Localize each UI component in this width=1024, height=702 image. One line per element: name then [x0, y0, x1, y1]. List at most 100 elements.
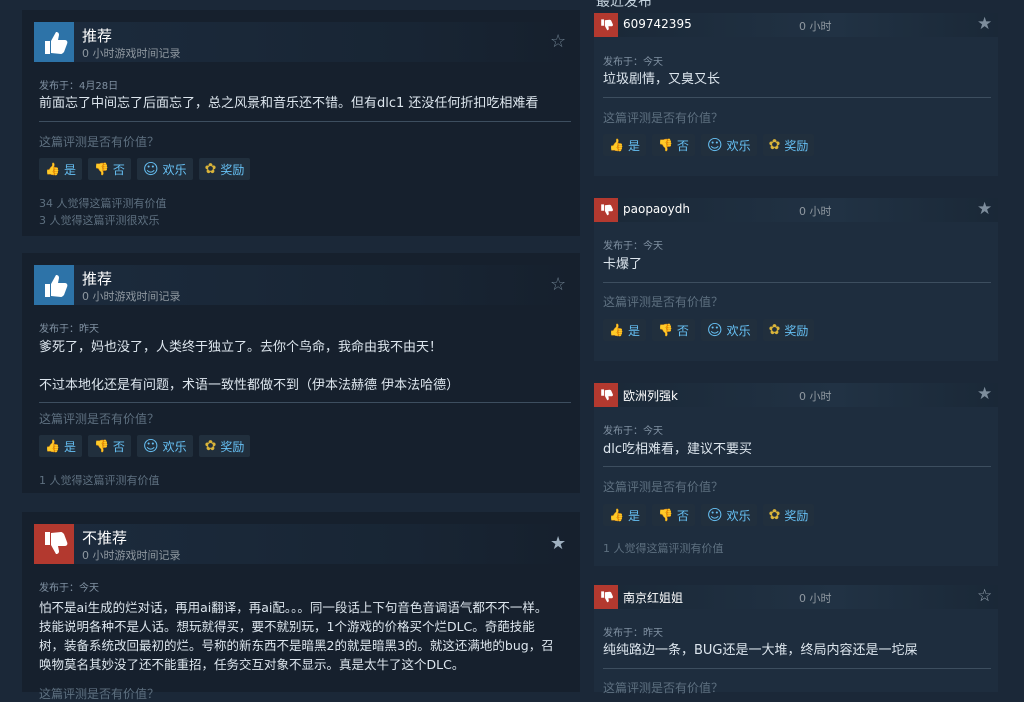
- helpful-question: 这篇评测是否有价值？: [603, 111, 724, 125]
- review-verdict: 推荐: [82, 27, 113, 45]
- award-label: 奖励: [784, 508, 809, 523]
- vote-no-label: 否: [676, 508, 689, 523]
- posted-date: 发布于：今天: [603, 241, 663, 252]
- vote-no-button[interactable]: 👎 否: [651, 504, 695, 526]
- star-icon[interactable]: ☆: [550, 31, 566, 52]
- award-button[interactable]: ✿ 奖励: [762, 319, 815, 341]
- vote-yes-label: 是: [63, 162, 76, 177]
- vote-no-button[interactable]: 👎 否: [87, 435, 131, 457]
- thumbs-down-icon: 👎: [657, 508, 673, 522]
- thumbs-down-icon: [34, 524, 74, 564]
- award-label: 奖励: [784, 323, 809, 338]
- review-line: 不过本地化还是有问题，术语一致性都做不到（伊本法赫德 伊本法哈德）: [39, 378, 460, 393]
- review-card: 不推荐 0 小时游戏时间记录 ★ 发布于：今天 怕不是ai生成的烂对话，再用ai…: [22, 512, 580, 701]
- thumbs-up-icon: [34, 22, 74, 62]
- star-icon[interactable]: ★: [977, 14, 992, 34]
- award-button[interactable]: ✿ 奖励: [198, 435, 251, 457]
- award-label: 奖励: [220, 162, 245, 177]
- helpful-question: 这篇评测是否有价值？: [39, 412, 160, 426]
- vote-yes-label: 是: [63, 439, 76, 454]
- vote-no-label: 否: [112, 439, 125, 454]
- award-button[interactable]: ✿ 奖励: [762, 134, 815, 156]
- recent-review-card: 南京红姐姐 0 小时 ☆ 发布于：昨天 纯纯路边一条，BUG还是一大堆，终局内容…: [594, 585, 998, 695]
- star-icon[interactable]: ☆: [550, 274, 566, 295]
- posted-date: 发布于：今天: [39, 583, 99, 594]
- playtime: 0 小时游戏时间记录: [82, 549, 181, 562]
- review-line: 唤物莫名其妙没了还不能重招，任务交互对象不显示。真是太牛了这个DLC。: [39, 657, 465, 672]
- review-line: 技能说明各种不是人话。想玩就得买，要不就别玩，1个游戏的价格买个烂DLC。奇葩技…: [39, 619, 535, 634]
- reviewer-name[interactable]: 南京红姐姐: [623, 589, 683, 606]
- award-label: 奖励: [220, 439, 245, 454]
- review-header: 推荐 0 小时游戏时间记录 ☆: [34, 265, 570, 305]
- vote-no-button[interactable]: 👎 否: [651, 134, 695, 156]
- divider: [603, 466, 991, 467]
- posted-date: 发布于：今天: [603, 57, 663, 68]
- thumbs-down-icon: 👎: [93, 162, 109, 176]
- vote-buttons: 👍 是 👎 否 ☺ 欢乐 ✿ 奖励: [39, 158, 251, 180]
- thumbs-up-icon: 👍: [45, 439, 60, 453]
- vote-no-label: 否: [112, 162, 125, 177]
- review-line-blank: [39, 357, 569, 376]
- vote-yes-button[interactable]: 👍 是: [39, 158, 82, 180]
- posted-date: 发布于：今天: [603, 426, 663, 437]
- posted-date: 发布于：昨天: [603, 628, 663, 639]
- star-icon[interactable]: ★: [977, 384, 992, 404]
- playtime: 0 小时游戏时间记录: [82, 47, 181, 60]
- vote-yes-button[interactable]: 👍 是: [603, 319, 646, 341]
- award-button[interactable]: ✿ 奖励: [762, 504, 815, 526]
- thumbs-up-icon: 👍: [609, 138, 624, 152]
- review-line: 爹死了，妈也没了，人类终于独立了。去你个鸟命，我命由我不由天！: [39, 340, 443, 355]
- award-button[interactable]: ✿ 奖励: [198, 158, 251, 180]
- vote-buttons: 👍 是 👎 否 ☺ 欢乐 ✿ 奖励: [39, 435, 251, 457]
- vote-funny-label: 欢乐: [162, 439, 187, 454]
- award-icon: ✿: [768, 507, 781, 523]
- recent-review-header: 欧洲列强k 0 小时 ★: [594, 383, 998, 407]
- vote-funny-label: 欢乐: [162, 162, 187, 177]
- posted-date: 发布于：4月28日: [39, 81, 119, 92]
- star-icon[interactable]: ★: [977, 199, 992, 219]
- review-card: 推荐 0 小时游戏时间记录 ☆ 发布于：昨天 爹死了，妈也没了，人类终于独立了。…: [22, 253, 580, 493]
- thumbs-down-icon: 👎: [93, 439, 109, 453]
- review-text: 垃圾剧情，又臭又长: [603, 72, 721, 87]
- vote-yes-label: 是: [627, 508, 640, 523]
- vote-yes-button[interactable]: 👍 是: [603, 504, 646, 526]
- vote-funny-label: 欢乐: [726, 138, 751, 153]
- review-line: 怕不是ai生成的烂对话，再用ai翻译，再ai配。。。同一段话上下句音色音调语气都…: [39, 600, 548, 615]
- smiley-icon: ☺: [706, 321, 723, 339]
- vote-funny-button[interactable]: ☺ 欢乐: [700, 134, 757, 156]
- award-icon: ✿: [204, 161, 217, 177]
- review-text: 怕不是ai生成的烂对话，再用ai翻译，再ai配。。。同一段话上下句音色音调语气都…: [39, 598, 584, 674]
- vote-funny-button[interactable]: ☺ 欢乐: [136, 158, 193, 180]
- divider: [603, 97, 991, 98]
- posted-date: 发布于：昨天: [39, 324, 99, 335]
- reviewer-name[interactable]: 欧洲列强k: [623, 387, 678, 404]
- playtime: 0 小时: [799, 205, 832, 218]
- star-icon[interactable]: ★: [550, 533, 566, 554]
- star-icon[interactable]: ☆: [977, 586, 992, 606]
- recent-review-card: 欧洲列强k 0 小时 ★ 发布于：今天 dlc吃相难看，建议不要买 这篇评测是否…: [594, 383, 998, 566]
- vote-buttons: 👍 是 👎 否 ☺ 欢乐 ✿ 奖励: [603, 134, 815, 156]
- vote-buttons: 👍 是 👎 否 ☺ 欢乐 ✿ 奖励: [603, 319, 815, 341]
- thumbs-down-icon: [594, 198, 618, 222]
- vote-no-button[interactable]: 👎 否: [87, 158, 131, 180]
- vote-no-button[interactable]: 👎 否: [651, 319, 695, 341]
- thumbs-up-icon: 👍: [609, 508, 624, 522]
- playtime: 0 小时: [799, 390, 832, 403]
- helpful-count: 1 人觉得这篇评测有价值: [603, 542, 724, 555]
- divider: [603, 668, 991, 669]
- vote-funny-label: 欢乐: [726, 323, 751, 338]
- award-icon: ✿: [768, 137, 781, 153]
- vote-funny-button[interactable]: ☺ 欢乐: [700, 319, 757, 341]
- thumbs-down-icon: [594, 13, 618, 37]
- smiley-icon: ☺: [142, 437, 159, 455]
- vote-funny-button[interactable]: ☺ 欢乐: [136, 435, 193, 457]
- reviewer-name[interactable]: paopaoydh: [623, 202, 690, 216]
- vote-yes-label: 是: [627, 138, 640, 153]
- vote-yes-button[interactable]: 👍 是: [39, 435, 82, 457]
- vote-funny-button[interactable]: ☺ 欢乐: [700, 504, 757, 526]
- helpful-question: 这篇评测是否有价值？: [603, 480, 724, 494]
- review-header: 推荐 0 小时游戏时间记录 ☆: [34, 22, 570, 62]
- divider: [603, 282, 991, 283]
- vote-yes-button[interactable]: 👍 是: [603, 134, 646, 156]
- reviewer-name[interactable]: 609742395: [623, 17, 692, 31]
